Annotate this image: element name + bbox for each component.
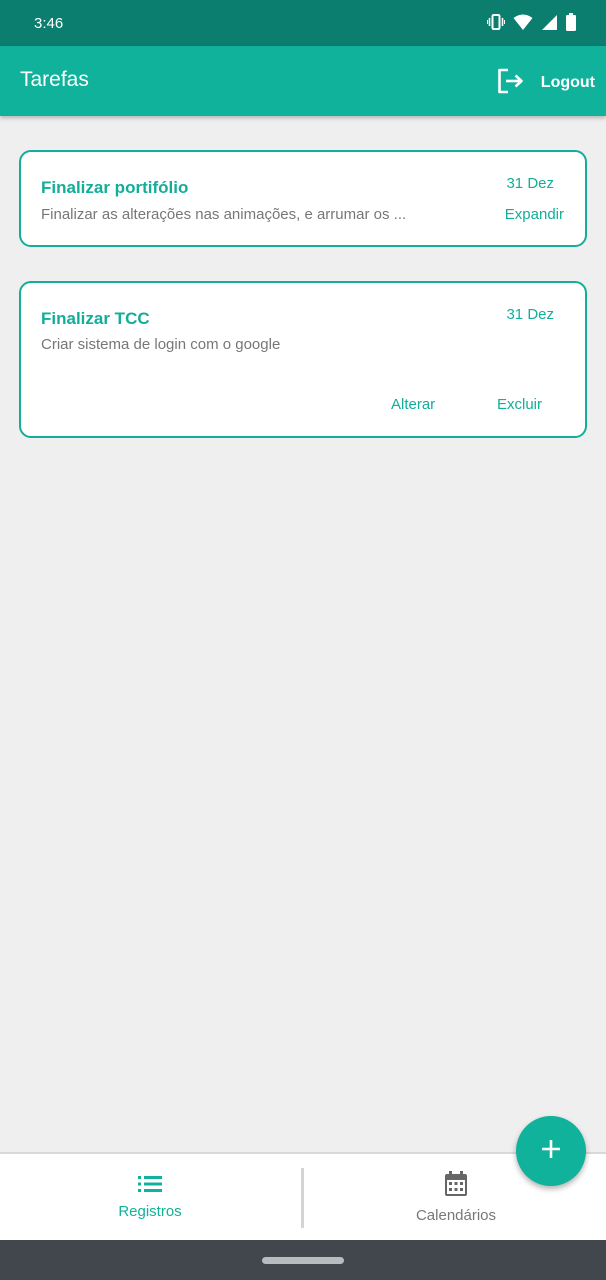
logout-button[interactable]: Logout: [497, 68, 595, 98]
system-nav-bar: [0, 1240, 606, 1280]
delete-button[interactable]: Excluir: [497, 396, 542, 413]
logout-icon: [497, 68, 525, 98]
add-task-button[interactable]: [516, 1116, 586, 1186]
task-card[interactable]: Finalizar portifólio Finalizar as altera…: [19, 150, 587, 247]
page-title: Tarefas: [20, 68, 89, 91]
status-bar: 3:46: [0, 0, 606, 46]
nav-label-calendarios: Calendários: [415, 1206, 497, 1224]
edit-button[interactable]: Alterar: [391, 396, 435, 413]
status-icons: [487, 13, 576, 31]
home-gesture-pill[interactable]: [262, 1257, 344, 1264]
task-description: Finalizar as alterações nas animações, e…: [41, 206, 407, 223]
nav-item-registros[interactable]: Registros: [0, 1154, 300, 1240]
signal-icon: [541, 14, 558, 31]
logout-label: Logout: [540, 74, 595, 91]
nav-divider: [301, 1168, 304, 1228]
wifi-icon: [513, 13, 533, 31]
battery-icon: [566, 13, 576, 31]
task-description: Criar sistema de login com o google: [41, 336, 281, 353]
task-title: Finalizar portifólio: [41, 178, 189, 197]
expand-button[interactable]: Expandir: [505, 206, 564, 223]
vibrate-icon: [487, 13, 505, 31]
task-card[interactable]: Finalizar TCC Criar sistema de login com…: [19, 281, 587, 438]
plus-icon: [541, 1139, 561, 1163]
calendar-icon: [444, 1170, 468, 1201]
task-title: Finalizar TCC: [41, 309, 150, 328]
app-bar: Tarefas Logout: [0, 46, 606, 116]
list-icon: [138, 1175, 162, 1197]
bottom-nav: Registros Calendários: [0, 1152, 606, 1240]
task-date: 31 Dez: [506, 175, 554, 192]
status-time: 3:46: [34, 15, 64, 32]
task-date: 31 Dez: [506, 306, 554, 323]
nav-label-registros: Registros: [118, 1202, 182, 1220]
